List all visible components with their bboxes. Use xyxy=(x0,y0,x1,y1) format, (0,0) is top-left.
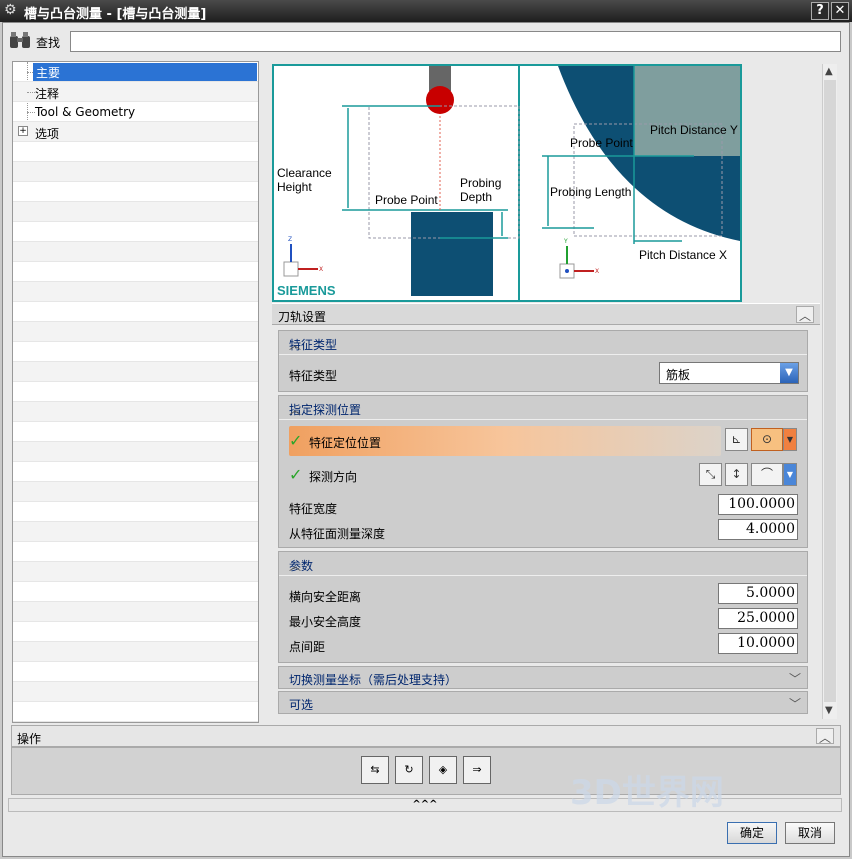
point-dialog-button[interactable]: ⊾ xyxy=(725,428,748,451)
min-clearance-height-label: 最小安全高度 xyxy=(289,615,362,629)
optional-group[interactable]: 可选 ﹀ xyxy=(278,691,808,714)
replay-icon[interactable]: ↻ xyxy=(395,756,423,784)
clearance-height-label: Clearance Height xyxy=(277,166,332,194)
probe-position-header[interactable]: 指定探测位置 ︿ xyxy=(279,396,807,420)
collapse-icon[interactable]: ︿ xyxy=(816,728,834,745)
toolpath-settings-header[interactable]: 刀轨设置 ︿ xyxy=(272,303,820,325)
gear-icon[interactable]: ⚙ xyxy=(4,2,17,18)
optional-label: 可选 xyxy=(289,698,314,712)
scroll-up-icon[interactable]: ▲ xyxy=(825,66,833,77)
lateral-clearance-input[interactable]: 5.0000 xyxy=(718,583,798,604)
feature-type-label: 特征类型 xyxy=(289,369,338,383)
tree-item-tool-geometry[interactable]: Tool & Geometry xyxy=(13,102,258,122)
tree-item-options[interactable]: + 选项 xyxy=(13,122,258,142)
switch-coordinate-group[interactable]: 切换测量坐标（需后处理支持） ﹀ xyxy=(278,666,808,689)
vector-dialog-button[interactable]: ↕ xyxy=(725,463,748,486)
axis-y-label: Y xyxy=(564,238,568,245)
check-icon: ✓ xyxy=(289,431,303,450)
min-clearance-height-input[interactable]: 25.0000 xyxy=(718,608,798,629)
ok-button[interactable]: 确定 xyxy=(727,822,777,844)
vertical-scrollbar[interactable]: ▲ ▼ xyxy=(822,64,837,719)
measure-depth-input[interactable]: 4.0000 xyxy=(718,519,798,540)
feature-locate-label: 特征定位位置 xyxy=(309,436,382,450)
collapse-icon[interactable]: ︿ xyxy=(796,306,814,323)
navigation-tree: 主要 注释 Tool & Geometry + 选项 xyxy=(12,61,259,723)
feature-type-group: 特征类型 ︿ 特征类型 筋板 ▼ xyxy=(278,330,808,392)
parameters-header[interactable]: 参数 ︿ xyxy=(279,552,807,576)
feature-type-select[interactable]: 筋板 ▼ xyxy=(659,362,799,384)
collapse-icon[interactable]: ︿ xyxy=(289,557,801,574)
chevron-down-icon[interactable]: ▼ xyxy=(783,463,797,486)
toolpath-settings-title: 刀轨设置 xyxy=(278,310,327,324)
point-spacing-label: 点间距 xyxy=(289,640,326,654)
probe-point-label-right: Probe Point xyxy=(570,136,633,150)
pitch-distance-y-label: Pitch Distance Y xyxy=(650,123,738,137)
operations-header[interactable]: 操作 ︿ xyxy=(11,725,841,747)
find-input[interactable] xyxy=(70,31,841,52)
tree-item-main[interactable]: 主要 xyxy=(13,62,258,82)
probe-point-label-left: Probe Point xyxy=(375,193,438,207)
measure-depth-label: 从特征面测量深度 xyxy=(289,527,386,541)
feature-width-input[interactable]: 100.0000 xyxy=(718,494,798,515)
collapse-icon[interactable]: ︿ xyxy=(289,336,801,353)
axis-x-label-left: X xyxy=(319,266,324,273)
cancel-button[interactable]: 取消 xyxy=(785,822,835,844)
settings-panel: Clearance Height Probe Point Probing Dep… xyxy=(269,61,839,723)
vector-picker-button[interactable]: ⌒ xyxy=(751,463,783,486)
title-bar: ⚙ 槽与凸台测量 - [槽与凸台测量] ? ✕ xyxy=(0,0,852,22)
feature-width-label: 特征宽度 xyxy=(289,502,338,516)
window-title: 槽与凸台测量 - [槽与凸台测量] xyxy=(24,7,207,22)
tree-item-label: Tool & Geometry xyxy=(35,105,136,119)
feature-type-value: 筋板 xyxy=(666,368,691,382)
find-label: 查找 xyxy=(36,36,61,50)
chevron-down-icon[interactable]: ▼ xyxy=(783,428,797,451)
reverse-direction-button[interactable]: ⤡ xyxy=(699,463,722,486)
switch-coordinate-label: 切换测量坐标（需后处理支持） xyxy=(289,673,458,687)
probe-diagram: Clearance Height Probe Point Probing Dep… xyxy=(272,64,742,302)
point-picker-button[interactable]: ⊙ xyxy=(751,428,783,451)
chevron-down-icon[interactable]: ▼ xyxy=(780,363,798,383)
collapse-icon[interactable]: ︿ xyxy=(289,401,801,418)
expand-icon[interactable]: ﹀ xyxy=(789,695,801,712)
probing-depth-label: Probing Depth xyxy=(460,176,502,204)
axis-z-label: Z xyxy=(288,236,293,243)
probe-direction-label: 探测方向 xyxy=(309,470,358,484)
expand-icon[interactable]: + xyxy=(18,126,28,136)
scroll-down-icon[interactable]: ▼ xyxy=(825,705,833,716)
check-icon: ✓ xyxy=(289,465,303,484)
expand-icon[interactable]: ﹀ xyxy=(789,670,801,687)
tree-item-label: 注释 xyxy=(35,87,60,101)
pitch-distance-x-label: Pitch Distance X xyxy=(639,248,728,262)
siemens-logo: SIEMENS xyxy=(277,283,336,298)
feature-type-header[interactable]: 特征类型 ︿ xyxy=(279,331,807,355)
operations-title: 操作 xyxy=(17,732,42,746)
close-button[interactable]: ✕ xyxy=(831,2,849,20)
tree-item-notes[interactable]: 注释 xyxy=(13,82,258,102)
lateral-clearance-label: 横向安全距离 xyxy=(289,590,362,604)
probing-length-label: Probing Length xyxy=(550,185,632,199)
tree-item-label: 选项 xyxy=(35,127,60,141)
probe-position-group: 指定探测位置 ︿ ✓ 特征定位位置 ⊾ ⊙ ▼ ✓ 探测方向 ⤡ ↕ ⌒ ▼ 特征… xyxy=(278,395,808,548)
help-button[interactable]: ? xyxy=(811,2,829,20)
list-output-icon[interactable]: ⇒ xyxy=(463,756,491,784)
point-spacing-input[interactable]: 10.0000 xyxy=(718,633,798,654)
parameters-group: 参数 ︿ 横向安全距离 5.0000 最小安全高度 25.0000 点间距 10.… xyxy=(278,551,808,663)
generate-icon[interactable]: ⇆ xyxy=(361,756,389,784)
verify-icon[interactable]: ◈ xyxy=(429,756,457,784)
axis-x-label-right: X xyxy=(595,268,600,275)
binoculars-icon xyxy=(10,32,30,48)
scroll-thumb[interactable] xyxy=(824,80,836,702)
tree-item-label: 主要 xyxy=(33,63,257,81)
watermark: 3D世界网 xyxy=(570,773,724,813)
